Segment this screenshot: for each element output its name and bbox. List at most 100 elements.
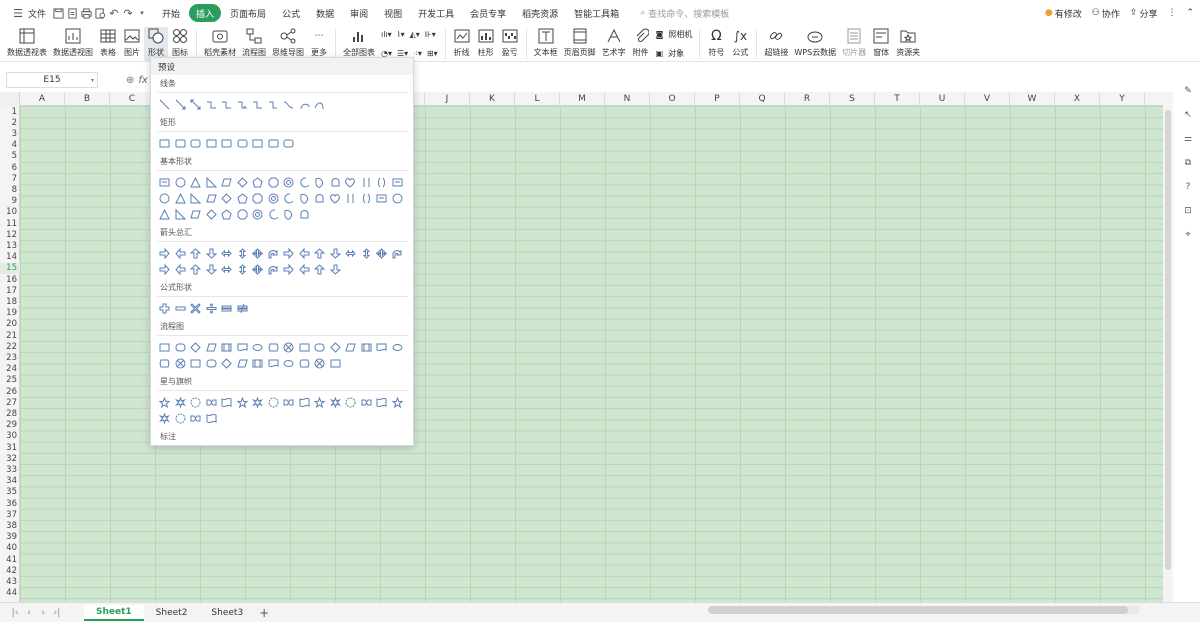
column-header[interactable]: O [650, 92, 695, 106]
shape-option-icon[interactable] [266, 355, 282, 371]
shape-option-icon[interactable] [157, 245, 173, 261]
row-header[interactable]: 21 [0, 330, 20, 341]
column-header[interactable]: S [830, 92, 875, 106]
row-header[interactable]: 24 [0, 364, 20, 375]
shape-option-icon[interactable] [374, 174, 390, 190]
shape-option-icon[interactable] [266, 245, 282, 261]
shape-option-icon[interactable] [250, 339, 266, 355]
shape-option-icon[interactable] [266, 135, 282, 151]
shape-option-icon[interactable] [281, 135, 297, 151]
command-search[interactable]: ⌕ 查找命令、搜索模板 [640, 7, 729, 20]
column-header[interactable]: X [1055, 92, 1100, 106]
export-pdf-icon[interactable] [65, 6, 79, 20]
shape-option-icon[interactable] [173, 410, 189, 426]
shape-option-icon[interactable] [328, 245, 344, 261]
shape-option-icon[interactable] [390, 245, 406, 261]
column-header[interactable]: L [515, 92, 560, 106]
column-header[interactable]: A [20, 92, 65, 106]
shape-option-icon[interactable] [235, 190, 251, 206]
shape-option-icon[interactable] [343, 245, 359, 261]
area-chart-icon[interactable]: ◭▾ [410, 30, 420, 39]
shape-option-icon[interactable] [204, 190, 220, 206]
column-header[interactable]: V [965, 92, 1010, 106]
save-icon[interactable] [51, 6, 65, 20]
collapse-ribbon-icon[interactable]: ⌃ [1186, 8, 1194, 18]
row-header[interactable]: 31 [0, 442, 20, 453]
shape-option-icon[interactable] [157, 261, 173, 277]
location-icon[interactable]: ⌖ [1181, 228, 1195, 242]
shape-option-icon[interactable] [188, 96, 204, 112]
flowchart-button[interactable]: 流程图 [239, 27, 269, 61]
shape-option-icon[interactable] [219, 206, 235, 222]
shape-option-icon[interactable] [359, 174, 375, 190]
shape-option-icon[interactable] [235, 245, 251, 261]
row-header[interactable]: 7 [0, 173, 20, 184]
shape-option-icon[interactable] [157, 190, 173, 206]
shape-option-icon[interactable] [312, 261, 328, 277]
print-preview-icon[interactable] [93, 6, 107, 20]
shape-option-icon[interactable] [297, 261, 313, 277]
shape-option-icon[interactable] [250, 135, 266, 151]
row-header[interactable]: 18 [0, 296, 20, 307]
shape-option-icon[interactable] [359, 394, 375, 410]
shape-option-icon[interactable] [204, 206, 220, 222]
column-header[interactable]: T [875, 92, 920, 106]
shape-option-icon[interactable] [374, 190, 390, 206]
row-header[interactable]: 34 [0, 476, 20, 487]
shape-option-icon[interactable] [219, 339, 235, 355]
shape-option-icon[interactable] [374, 339, 390, 355]
shape-option-icon[interactable] [188, 190, 204, 206]
shape-option-icon[interactable] [312, 245, 328, 261]
row-header[interactable]: 29 [0, 420, 20, 431]
shape-option-icon[interactable] [173, 245, 189, 261]
shape-option-icon[interactable] [281, 174, 297, 190]
shape-option-icon[interactable] [312, 190, 328, 206]
shape-option-icon[interactable] [173, 190, 189, 206]
shape-option-icon[interactable] [188, 339, 204, 355]
combo-chart-icon[interactable]: ⊞▾ [427, 49, 438, 58]
row-header[interactable]: 8 [0, 184, 20, 195]
object-button[interactable]: ▣ 对象 [656, 46, 693, 61]
tab-data[interactable]: 数据 [309, 4, 341, 22]
shape-option-icon[interactable] [173, 96, 189, 112]
shape-option-icon[interactable] [297, 339, 313, 355]
more-options-icon[interactable]: ⋮ [1167, 8, 1176, 18]
shape-option-icon[interactable] [374, 245, 390, 261]
shape-option-icon[interactable] [219, 190, 235, 206]
shape-option-icon[interactable] [204, 394, 220, 410]
tab-member[interactable]: 会员专享 [463, 4, 513, 22]
row-header[interactable]: 17 [0, 285, 20, 296]
tab-insert[interactable]: 插入 [189, 4, 222, 22]
shape-option-icon[interactable] [297, 96, 313, 112]
tab-developer[interactable]: 开发工具 [411, 4, 461, 22]
shape-option-icon[interactable] [157, 410, 173, 426]
all-charts-button[interactable]: 全部图表 [340, 27, 378, 61]
shape-option-icon[interactable] [281, 190, 297, 206]
collab-button[interactable]: ⚇ 协作 [1092, 7, 1120, 20]
row-header[interactable]: 35 [0, 487, 20, 498]
horizontal-scrollbar[interactable] [708, 606, 1140, 614]
shape-option-icon[interactable] [157, 355, 173, 371]
row-header[interactable]: 42 [0, 565, 20, 576]
first-sheet-icon[interactable]: |‹ [8, 608, 22, 618]
last-sheet-icon[interactable]: ›| [50, 608, 64, 618]
row-header[interactable]: 15 [0, 262, 20, 274]
select-cursor-icon[interactable]: ↖ [1181, 108, 1195, 122]
name-box[interactable]: E15 ▾ [6, 72, 98, 88]
shape-option-icon[interactable] [266, 190, 282, 206]
shape-option-icon[interactable] [173, 174, 189, 190]
row-header[interactable]: 37 [0, 509, 20, 520]
shape-option-icon[interactable] [328, 174, 344, 190]
column-header[interactable]: J [425, 92, 470, 106]
shape-option-icon[interactable] [266, 174, 282, 190]
shape-option-icon[interactable] [312, 96, 328, 112]
share-button[interactable]: ⇪ 分享 [1130, 7, 1158, 20]
shape-option-icon[interactable] [390, 339, 406, 355]
paint-icon[interactable]: ✎ [1181, 84, 1195, 98]
shape-option-icon[interactable] [157, 339, 173, 355]
prev-sheet-icon[interactable]: ‹ [22, 608, 36, 618]
stock-chart-icon[interactable]: ⊪▾ [425, 30, 436, 39]
row-header[interactable]: 10 [0, 207, 20, 218]
shape-option-icon[interactable] [297, 245, 313, 261]
vertical-scrollbar[interactable] [1163, 92, 1173, 602]
